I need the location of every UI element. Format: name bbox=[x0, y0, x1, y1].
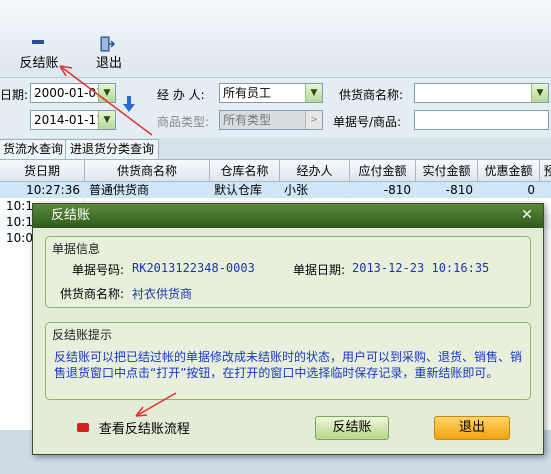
doc-date-label: 单据日期: bbox=[293, 263, 346, 277]
chevron-down-icon[interactable]: ▼ bbox=[531, 84, 548, 102]
arrow-down-icon bbox=[123, 96, 135, 115]
doc-no-label: 单据号码: bbox=[72, 263, 125, 277]
table-row[interactable]: 10:27:36 普通供货商 默认仓库 小张 -810 -810 0 bbox=[0, 182, 551, 198]
chevron-down-icon[interactable]: ▼ bbox=[98, 111, 115, 129]
handler-cell: 小张 bbox=[280, 182, 350, 198]
date-label: 日期: bbox=[0, 88, 29, 102]
column-header[interactable]: 优惠金额 bbox=[478, 160, 540, 182]
minus-icon bbox=[32, 40, 44, 44]
exit-toolbar-button[interactable]: 退出 bbox=[92, 52, 126, 71]
unsettle-dialog: 反结账 ✕ 单据信息 单据号码: RK2013122348-0003 单据日期:… bbox=[32, 203, 544, 455]
supplier-label: 供货商名称: bbox=[60, 287, 125, 301]
group-title: 反结账提示 bbox=[52, 328, 113, 342]
chevron-down-icon[interactable]: ▼ bbox=[98, 84, 115, 102]
chevron-down-icon[interactable]: ▼ bbox=[305, 84, 322, 102]
column-header[interactable]: 预 bbox=[540, 160, 551, 182]
warehouse-cell: 默认仓库 bbox=[210, 182, 280, 198]
unsettle-toolbar-button[interactable]: 反结账 bbox=[16, 52, 62, 71]
doc-no-input[interactable] bbox=[414, 110, 549, 130]
tip-group: 反结账提示 反结账可以把已结过帐的单据修改成未结账时的状态，用户可以到采购、退货… bbox=[45, 322, 531, 400]
handler-select[interactable]: 所有员工 ▼ bbox=[219, 83, 323, 103]
column-header[interactable]: 仓库名称 bbox=[210, 160, 280, 182]
unsettle-button[interactable]: 反结账 bbox=[315, 416, 389, 440]
column-header[interactable]: 经办人 bbox=[280, 160, 350, 182]
doc-info-group: 单据信息 单据号码: RK2013122348-0003 单据日期: 2013-… bbox=[45, 236, 531, 308]
doc-no-label: 单据号/商品: bbox=[333, 115, 402, 129]
supplier-label: 供货商名称: bbox=[339, 88, 404, 102]
group-title: 单据信息 bbox=[52, 242, 101, 256]
handler-label: 经 办 人: bbox=[157, 88, 205, 102]
time-cell: 10:27:36 bbox=[0, 182, 85, 198]
filter-panel: 日期: 2000-01-01 ▼ 2014-01-11 ▼ 经 办 人: 所有员工 ▼… bbox=[0, 78, 551, 138]
doc-no-value: RK2013122348-0003 bbox=[132, 261, 255, 275]
doc-date-value: 2013-12-23 10:16:35 bbox=[352, 261, 490, 275]
tip-text: 反结账可以把已结过帐的单据修改成未结账时的状态，用户可以到采购、退货、销售、销售… bbox=[54, 350, 523, 380]
column-header[interactable]: 应付金额 bbox=[350, 160, 416, 182]
supplier-value: 衬衣供货商 bbox=[132, 287, 193, 301]
tab-bar: 货流水查询 进退货分类查询 bbox=[0, 138, 551, 160]
flow-icon bbox=[77, 423, 89, 432]
date-from-field[interactable]: 2000-01-01 ▼ bbox=[30, 83, 116, 103]
close-icon[interactable]: ✕ bbox=[519, 207, 535, 223]
discount-cell: 0 bbox=[478, 182, 540, 198]
dialog-title: 反结账 ✕ bbox=[33, 204, 543, 228]
paid-cell: -810 bbox=[416, 182, 478, 198]
product-type-select[interactable]: 所有类型 > bbox=[219, 110, 323, 130]
view-flow-link[interactable]: 查看反结账流程 bbox=[77, 418, 190, 437]
tab-category-query[interactable]: 进退货分类查询 bbox=[65, 139, 160, 159]
payable-cell: -810 bbox=[350, 182, 416, 198]
date-to-field[interactable]: 2014-01-11 ▼ bbox=[30, 110, 116, 130]
column-header[interactable]: 实付金额 bbox=[416, 160, 478, 182]
toolbar: 反结账 退出 bbox=[0, 0, 551, 78]
supplier-select[interactable]: ▼ bbox=[414, 83, 549, 103]
supplier-cell: 普通供货商 bbox=[85, 182, 210, 198]
chevron-right-icon[interactable]: > bbox=[305, 111, 322, 129]
exit-button[interactable]: 退出 bbox=[434, 416, 510, 440]
tab-flow-query[interactable]: 货流水查询 bbox=[0, 139, 69, 159]
column-header[interactable]: 货日期 bbox=[0, 160, 85, 182]
product-type-label: 商品类型: bbox=[157, 115, 210, 129]
column-header[interactable]: 供货商名称 bbox=[85, 160, 210, 182]
